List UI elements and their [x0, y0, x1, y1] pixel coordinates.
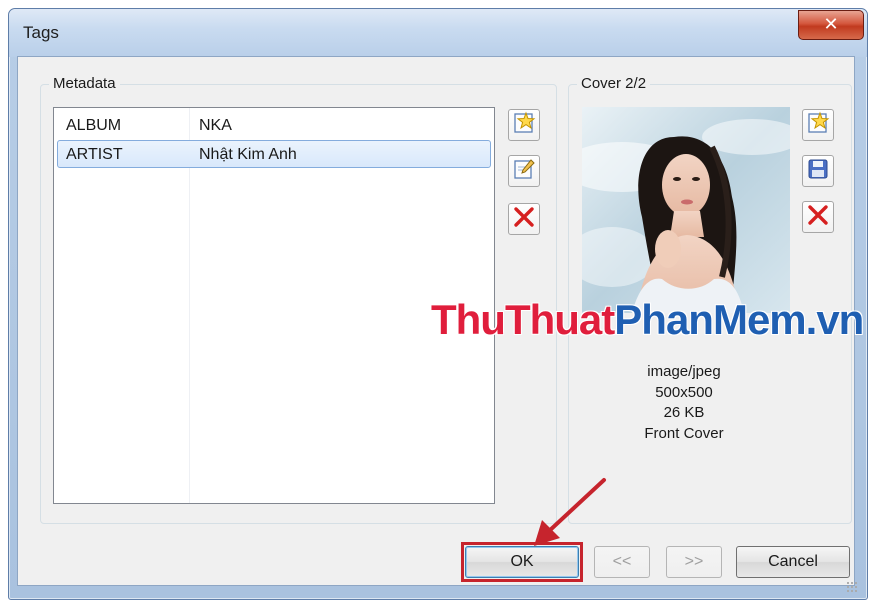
metadata-value: Nhật Kim Anh [199, 146, 297, 163]
add-icon [806, 111, 830, 139]
metadata-value: NKA [199, 117, 232, 134]
metadata-key: ALBUM [66, 117, 122, 134]
next-button[interactable]: >> [666, 546, 722, 578]
cover-info: image/jpeg 500x500 26 KB Front Cover [578, 362, 790, 444]
previous-button[interactable]: << [594, 546, 650, 578]
cover-mime: image/jpeg [647, 363, 721, 380]
watermark-part2: PhanMem.vn [614, 296, 864, 343]
cover-size: 26 KB [663, 404, 705, 421]
cover-image [582, 107, 790, 313]
title-bar[interactable]: Tags ✕ [9, 9, 867, 57]
resize-grip[interactable] [846, 581, 858, 593]
watermark: ThuThuatPhanMem.vn [431, 296, 864, 344]
delete-cover-button[interactable] [802, 201, 834, 233]
add-icon [512, 111, 536, 139]
add-cover-button[interactable] [802, 109, 834, 141]
list-item[interactable]: ALBUM NKA [57, 112, 491, 140]
delete-icon [806, 203, 830, 231]
metadata-list[interactable]: ALBUM NKA ARTIST Nhật Kim Anh [53, 107, 495, 504]
edit-tag-button[interactable] [508, 155, 540, 187]
close-button[interactable]: ✕ [798, 10, 864, 40]
close-icon: ✕ [823, 14, 839, 35]
watermark-part1: ThuThuat [431, 296, 615, 343]
edit-icon [512, 157, 536, 185]
delete-tag-button[interactable] [508, 203, 540, 235]
delete-icon [512, 205, 536, 233]
cancel-button[interactable]: Cancel [736, 546, 850, 578]
metadata-key: ARTIST [66, 146, 123, 163]
window-title: Tags [23, 23, 59, 42]
add-tag-button[interactable] [508, 109, 540, 141]
cover-legend: Cover 2/2 [577, 75, 651, 93]
cover-dimensions: 500x500 [655, 383, 713, 401]
cover-type: Front Cover [644, 424, 724, 442]
metadata-legend: Metadata [49, 75, 120, 93]
save-cover-button[interactable] [802, 155, 834, 187]
list-item-selected[interactable]: ARTIST Nhật Kim Anh [57, 140, 491, 168]
ok-button[interactable]: OK [465, 546, 579, 578]
save-icon [806, 157, 830, 185]
